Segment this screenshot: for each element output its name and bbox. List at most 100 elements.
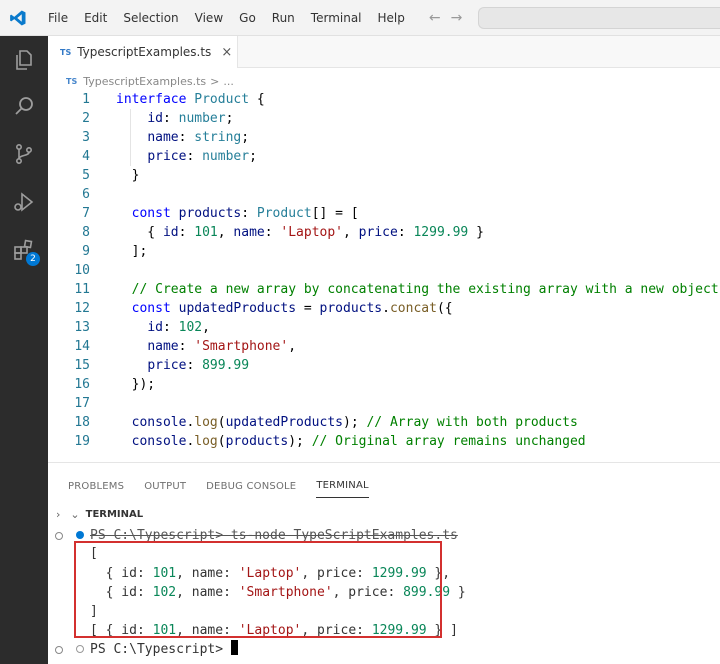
line-number: 11 bbox=[74, 282, 90, 297]
extensions-icon[interactable]: 2 bbox=[10, 236, 40, 266]
title-bar: File Edit Selection View Go Run Terminal Help ←… bbox=[0, 0, 720, 36]
line-number: 2 bbox=[82, 111, 90, 126]
code-line: 11 // Create a new array by concatenatin… bbox=[48, 280, 720, 299]
terminal-section-header[interactable]: › ⌄ TERMINAL bbox=[48, 504, 720, 524]
line-number: 18 bbox=[74, 415, 90, 430]
code-token: : bbox=[178, 130, 195, 145]
menu-item-view[interactable]: View bbox=[187, 0, 231, 36]
code-line: 4 price: number; bbox=[48, 147, 720, 166]
code-text: { id: 101, name: 'Laptop', price: 1299.9… bbox=[116, 223, 484, 242]
tab-terminal[interactable]: TERMINAL bbox=[316, 474, 369, 498]
breadcrumb-file[interactable]: TypescriptExamples.ts bbox=[83, 75, 206, 88]
code-token: ]; bbox=[116, 244, 148, 259]
breadcrumb-separator: > bbox=[210, 74, 220, 88]
run-debug-icon[interactable] bbox=[10, 188, 38, 216]
menu-item-terminal[interactable]: Terminal bbox=[303, 0, 370, 36]
code-token: = bbox=[296, 301, 320, 316]
code-token: number bbox=[178, 111, 226, 126]
code-text: name: 'Smartphone', bbox=[116, 337, 296, 356]
code-token: products bbox=[225, 434, 289, 449]
code-text: name: string; bbox=[116, 128, 249, 147]
code-token: price bbox=[147, 149, 187, 164]
tab-problems[interactable]: PROBLEMS bbox=[68, 475, 124, 498]
nav-arrows: ← → bbox=[429, 10, 462, 26]
line-number: 9 bbox=[82, 244, 90, 259]
code-token: ( bbox=[217, 415, 226, 430]
line-number: 19 bbox=[74, 434, 90, 449]
menu-item-edit[interactable]: Edit bbox=[76, 0, 115, 36]
code-token: 899.99 bbox=[202, 358, 250, 373]
command-pending-dot[interactable] bbox=[76, 645, 84, 653]
code-text: const updatedProducts = products.concat(… bbox=[116, 299, 453, 318]
code-token: products bbox=[178, 206, 242, 221]
code-token: , bbox=[217, 225, 234, 240]
typescript-file-icon: TS bbox=[60, 47, 72, 57]
chevron-right-icon[interactable]: › bbox=[56, 508, 60, 521]
tab-typescript-examples[interactable]: TS TypescriptExamples.ts × bbox=[48, 36, 238, 68]
terminal-cursor bbox=[230, 640, 238, 655]
code-token: : bbox=[397, 225, 414, 240]
code-token: ({ bbox=[436, 301, 453, 316]
code-text: id: number; bbox=[116, 109, 233, 128]
line-number: 10 bbox=[74, 263, 90, 278]
code-token: products bbox=[319, 301, 383, 316]
chevron-down-icon[interactable]: ⌄ bbox=[70, 508, 79, 521]
code-line: 18 console.log(updatedProducts); // Arra… bbox=[48, 413, 720, 432]
code-token: 'Smartphone' bbox=[194, 339, 289, 354]
command-center-search[interactable] bbox=[478, 7, 720, 29]
code-token: } bbox=[468, 225, 484, 240]
tab-debug-console[interactable]: DEBUG CONSOLE bbox=[206, 475, 296, 498]
code-line: 17 bbox=[48, 394, 720, 413]
code-token: : bbox=[264, 225, 281, 240]
code-token: ); bbox=[343, 415, 367, 430]
command-success-dot[interactable] bbox=[76, 531, 84, 539]
line-number: 14 bbox=[74, 339, 90, 354]
editor-tab-bar: TS TypescriptExamples.ts × bbox=[48, 36, 720, 68]
forward-arrow-icon[interactable]: → bbox=[451, 10, 463, 26]
decoration-icon bbox=[54, 530, 64, 540]
extensions-badge: 2 bbox=[26, 252, 40, 266]
menu-item-help[interactable]: Help bbox=[370, 0, 413, 36]
back-arrow-icon[interactable]: ← bbox=[429, 10, 441, 26]
tab-output[interactable]: OUTPUT bbox=[144, 475, 186, 498]
menu-item-selection[interactable]: Selection bbox=[115, 0, 186, 36]
code-token: { bbox=[249, 92, 265, 107]
code-token: Product bbox=[256, 206, 312, 221]
code-token: price bbox=[147, 358, 187, 373]
close-icon[interactable]: × bbox=[221, 45, 232, 60]
code-text: ]; bbox=[116, 242, 148, 261]
code-editor[interactable]: 1 interface Product {2 id: number; 3 name:… bbox=[48, 90, 720, 450]
line-number: 15 bbox=[74, 358, 90, 373]
menu-item-run[interactable]: Run bbox=[264, 0, 303, 36]
code-token: }); bbox=[116, 377, 156, 392]
code-line: 13 id: 102, bbox=[48, 318, 720, 337]
code-text: console.log(products); // Original array… bbox=[116, 432, 586, 451]
code-text: } bbox=[116, 166, 140, 185]
code-text: price: number; bbox=[116, 147, 257, 166]
terminal-header-label: TERMINAL bbox=[85, 508, 144, 520]
code-token: 101 bbox=[194, 225, 218, 240]
breadcrumb-more[interactable]: ... bbox=[223, 75, 234, 88]
terminal-token: PS C:\Typescript> bbox=[90, 642, 231, 657]
menu-item-file[interactable]: File bbox=[40, 0, 76, 36]
code-token: : bbox=[241, 206, 257, 221]
line-number: 17 bbox=[74, 396, 90, 411]
search-icon[interactable] bbox=[10, 92, 38, 120]
activity-bar: 2 bbox=[0, 36, 48, 664]
code-token: id bbox=[162, 225, 179, 240]
code-token: id bbox=[147, 111, 163, 126]
code-token: const bbox=[131, 301, 179, 316]
code-token: price bbox=[358, 225, 398, 240]
code-token: ; bbox=[241, 130, 250, 145]
code-token: : bbox=[178, 225, 195, 240]
menu-item-go[interactable]: Go bbox=[231, 0, 264, 36]
explorer-icon[interactable] bbox=[10, 46, 38, 74]
line-number: 6 bbox=[82, 187, 90, 202]
source-control-icon[interactable] bbox=[10, 140, 38, 168]
code-line: 8 { id: 101, name: 'Laptop', price: 1299… bbox=[48, 223, 720, 242]
code-token: : bbox=[162, 111, 179, 126]
line-number: 16 bbox=[74, 377, 90, 392]
